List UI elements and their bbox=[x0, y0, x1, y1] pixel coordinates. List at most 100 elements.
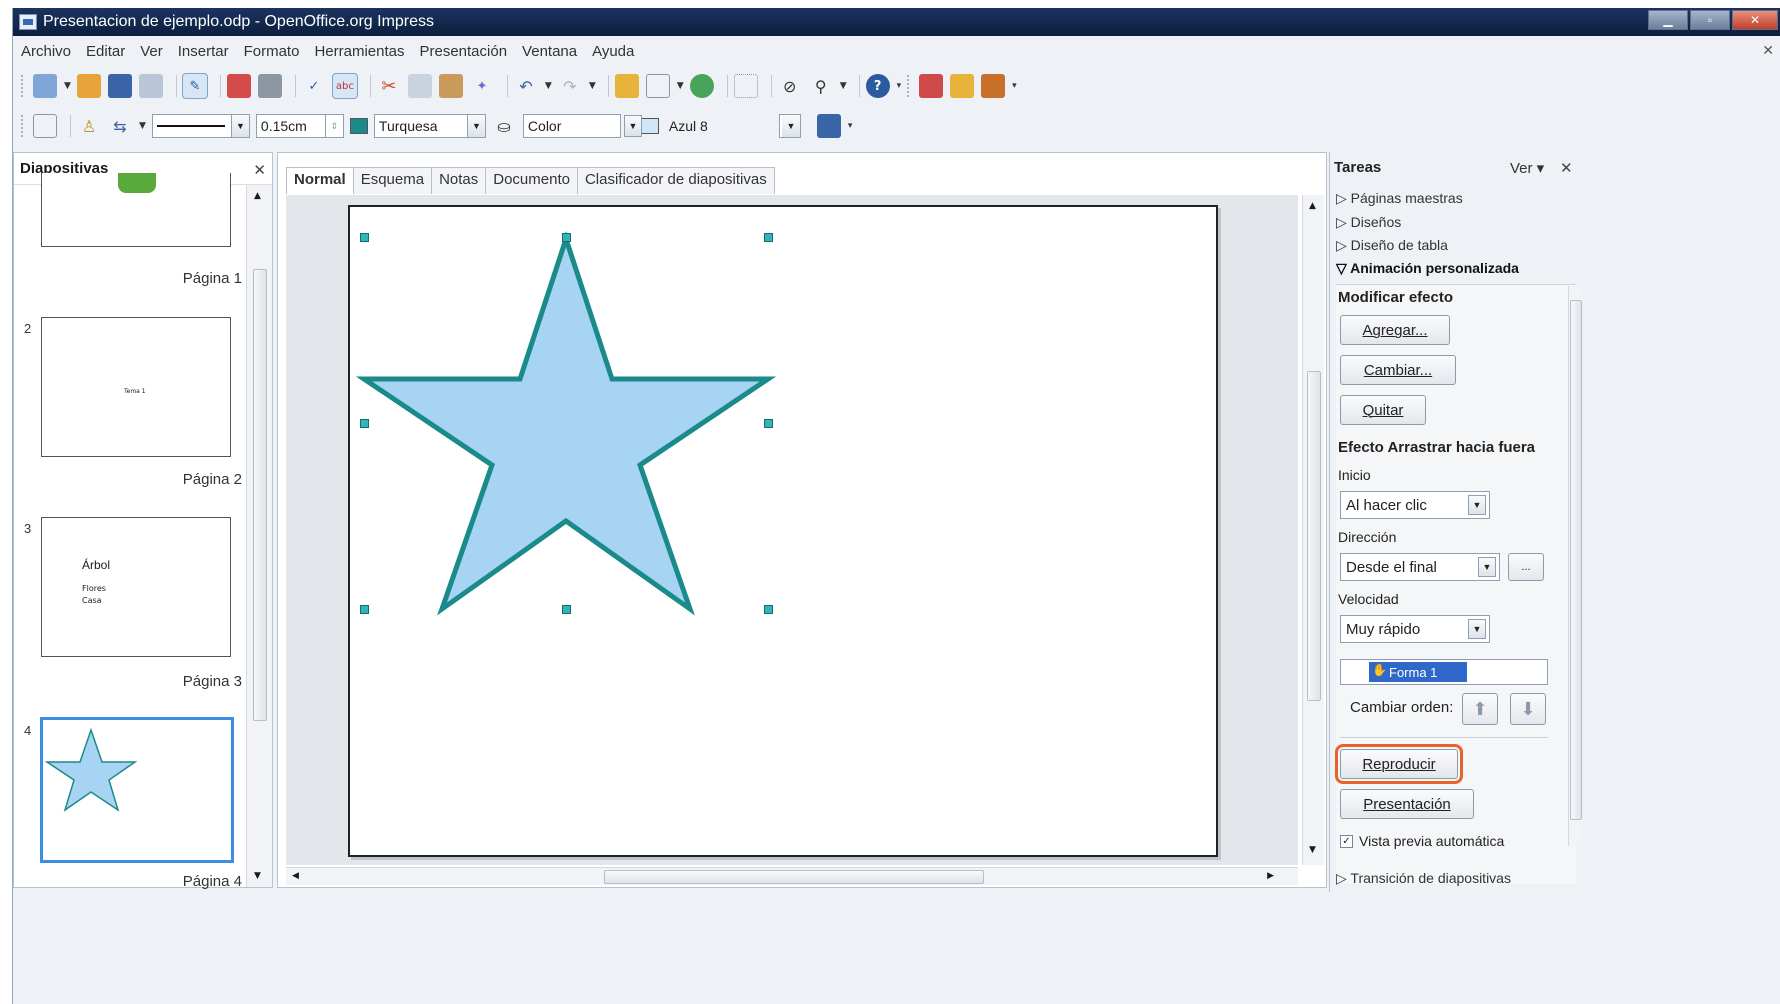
spellcheck-icon[interactable]: ✓ bbox=[302, 74, 326, 98]
section-layouts[interactable]: ▷ Diseños bbox=[1336, 214, 1401, 231]
canvas-hscroll-thumb[interactable] bbox=[604, 870, 984, 884]
zoom-icon[interactable]: ⚲ bbox=[809, 74, 833, 98]
tasks-view-menu[interactable]: Ver ▾ bbox=[1510, 159, 1544, 177]
area-fill-icon[interactable]: ⛀ bbox=[492, 114, 516, 138]
slide-icon[interactable] bbox=[33, 114, 57, 138]
toolbar-overflow-icon-3[interactable]: ▾ bbox=[848, 121, 853, 131]
chevron-down-icon[interactable]: ▼ bbox=[1468, 495, 1486, 515]
direction-options-button[interactable]: ... bbox=[1508, 553, 1544, 581]
navigator-icon[interactable]: ⊘ bbox=[778, 74, 802, 98]
line-width-field[interactable]: 0.15cm ⇕ bbox=[255, 114, 344, 138]
tab-clasificador[interactable]: Clasificador de diapositivas bbox=[576, 167, 775, 194]
paste-icon[interactable] bbox=[438, 74, 463, 98]
menu-formato[interactable]: Formato bbox=[244, 43, 300, 60]
table-dropdown-icon[interactable]: ▼ bbox=[677, 81, 684, 91]
menu-insertar[interactable]: Insertar bbox=[178, 43, 229, 60]
toolbar-overflow-icon[interactable]: ▾ bbox=[897, 81, 902, 91]
toolbar-grip[interactable] bbox=[21, 115, 25, 137]
line-icon[interactable]: ♙ bbox=[77, 114, 101, 138]
scroll-down-icon[interactable]: ▼ bbox=[254, 871, 261, 881]
selection-handle[interactable] bbox=[562, 233, 571, 242]
redo-dropdown-icon[interactable]: ▼ bbox=[589, 81, 596, 91]
new-dropdown-icon[interactable]: ▼ bbox=[64, 81, 71, 91]
selection-handle[interactable] bbox=[764, 419, 773, 428]
slideshow-icon[interactable] bbox=[919, 74, 944, 98]
autospellcheck-icon[interactable]: abc bbox=[331, 73, 358, 99]
cut-icon[interactable]: ✂ bbox=[377, 74, 401, 98]
menu-ventana[interactable]: Ventana bbox=[522, 43, 577, 60]
new-document-icon[interactable] bbox=[33, 74, 57, 98]
undo-icon[interactable]: ↶ bbox=[514, 74, 538, 98]
chevron-down-icon[interactable]: ▼ bbox=[1468, 619, 1486, 639]
arrow-style-dropdown-icon[interactable]: ▼ bbox=[139, 121, 146, 131]
shadow-icon[interactable] bbox=[816, 114, 841, 138]
line-style-select[interactable]: ▼ bbox=[151, 114, 250, 138]
remove-effect-button[interactable]: Quitar bbox=[1340, 395, 1426, 425]
scroll-left-icon[interactable]: ◀ bbox=[292, 871, 299, 881]
menu-ver[interactable]: Ver bbox=[140, 43, 163, 60]
menu-editar[interactable]: Editar bbox=[86, 43, 125, 60]
play-button[interactable]: Reproducir bbox=[1335, 744, 1463, 784]
slide-thumbnail-2[interactable]: Tema 1 bbox=[41, 317, 231, 457]
menu-ayuda[interactable]: Ayuda bbox=[592, 43, 634, 60]
start-select[interactable]: Al hacer clic ▼ bbox=[1340, 491, 1490, 519]
edit-file-icon[interactable]: ✎ bbox=[181, 73, 208, 99]
format-paintbrush-icon[interactable]: ✦ bbox=[470, 74, 494, 98]
area-color-dropdown[interactable]: ▼ bbox=[778, 114, 801, 138]
move-down-icon[interactable]: ⬇ bbox=[1510, 693, 1546, 725]
selection-handle[interactable] bbox=[360, 233, 369, 242]
menu-presentacion[interactable]: Presentación bbox=[419, 43, 507, 60]
zoom-dropdown-icon[interactable]: ▼ bbox=[840, 81, 847, 91]
chart-icon[interactable] bbox=[614, 74, 639, 98]
area-color-select[interactable]: Azul 8 bbox=[665, 114, 773, 138]
tasks-scrollbar[interactable] bbox=[1568, 286, 1582, 846]
area-style-select[interactable]: Color ▼ bbox=[522, 114, 642, 138]
minimize-button[interactable]: ▁ bbox=[1648, 10, 1688, 30]
gallery-icon[interactable] bbox=[689, 74, 714, 98]
toolbar-grip[interactable] bbox=[21, 75, 25, 97]
move-up-icon[interactable]: ⬆ bbox=[1462, 693, 1498, 725]
selection-handle[interactable] bbox=[562, 605, 571, 614]
auto-preview-row[interactable]: ✓ Vista previa automática bbox=[1340, 833, 1504, 849]
current-slide[interactable] bbox=[348, 205, 1218, 857]
speed-select[interactable]: Muy rápido ▼ bbox=[1340, 615, 1490, 643]
close-document-icon[interactable]: ✕ bbox=[1762, 42, 1774, 59]
slides-scrollbar[interactable]: ▲ ▼ bbox=[246, 185, 272, 887]
slide-thumbnail-3[interactable]: Árbol Flores Casa bbox=[41, 517, 231, 657]
tab-notas[interactable]: Notas bbox=[431, 167, 487, 194]
redo-icon[interactable]: ↷ bbox=[558, 74, 582, 98]
add-effect-button[interactable]: Agregar... bbox=[1340, 315, 1450, 345]
slideshow-button[interactable]: Presentación bbox=[1340, 789, 1474, 819]
section-table-design[interactable]: ▷ Diseño de tabla bbox=[1336, 237, 1448, 254]
presentation-tools-icon[interactable] bbox=[981, 74, 1006, 98]
selection-handle[interactable] bbox=[360, 419, 369, 428]
chevron-down-icon[interactable]: ▼ bbox=[466, 115, 485, 137]
scroll-down-icon[interactable]: ▼ bbox=[1309, 845, 1316, 855]
close-window-button[interactable]: ✕ bbox=[1732, 10, 1778, 30]
export-pdf-icon[interactable] bbox=[226, 74, 251, 98]
toolbar-grip[interactable] bbox=[907, 75, 911, 97]
chevron-down-icon[interactable]: ▼ bbox=[781, 115, 800, 137]
slides-scroll-thumb[interactable] bbox=[253, 269, 267, 721]
save-icon[interactable] bbox=[107, 74, 132, 98]
tab-esquema[interactable]: Esquema bbox=[352, 167, 433, 194]
open-folder-icon[interactable] bbox=[76, 74, 101, 98]
spin-icon[interactable]: ⇕ bbox=[324, 115, 343, 137]
slide-thumbnail-1[interactable] bbox=[41, 173, 231, 247]
change-effect-button[interactable]: Cambiar... bbox=[1340, 355, 1456, 385]
scroll-up-icon[interactable]: ▲ bbox=[1309, 201, 1316, 211]
close-tasks-icon[interactable]: ✕ bbox=[1560, 159, 1573, 177]
slide-thumbnail-4[interactable] bbox=[40, 717, 234, 863]
toolbar-overflow-icon-2[interactable]: ▾ bbox=[1012, 81, 1017, 91]
undo-dropdown-icon[interactable]: ▼ bbox=[545, 81, 552, 91]
menu-archivo[interactable]: Archivo bbox=[21, 43, 71, 60]
arrow-style-icon[interactable]: ⇆ bbox=[108, 114, 132, 138]
grid-icon[interactable] bbox=[733, 74, 758, 98]
help-icon[interactable]: ? bbox=[865, 74, 890, 98]
section-master-pages[interactable]: ▷ Páginas maestras bbox=[1336, 190, 1463, 207]
close-pane-icon[interactable]: ✕ bbox=[253, 161, 266, 179]
star-shape[interactable] bbox=[350, 207, 1216, 855]
chevron-down-icon[interactable]: ▼ bbox=[230, 115, 249, 137]
slide-canvas[interactable] bbox=[286, 195, 1298, 865]
canvas-horizontal-scrollbar[interactable]: ◀ ▶ bbox=[286, 867, 1298, 885]
